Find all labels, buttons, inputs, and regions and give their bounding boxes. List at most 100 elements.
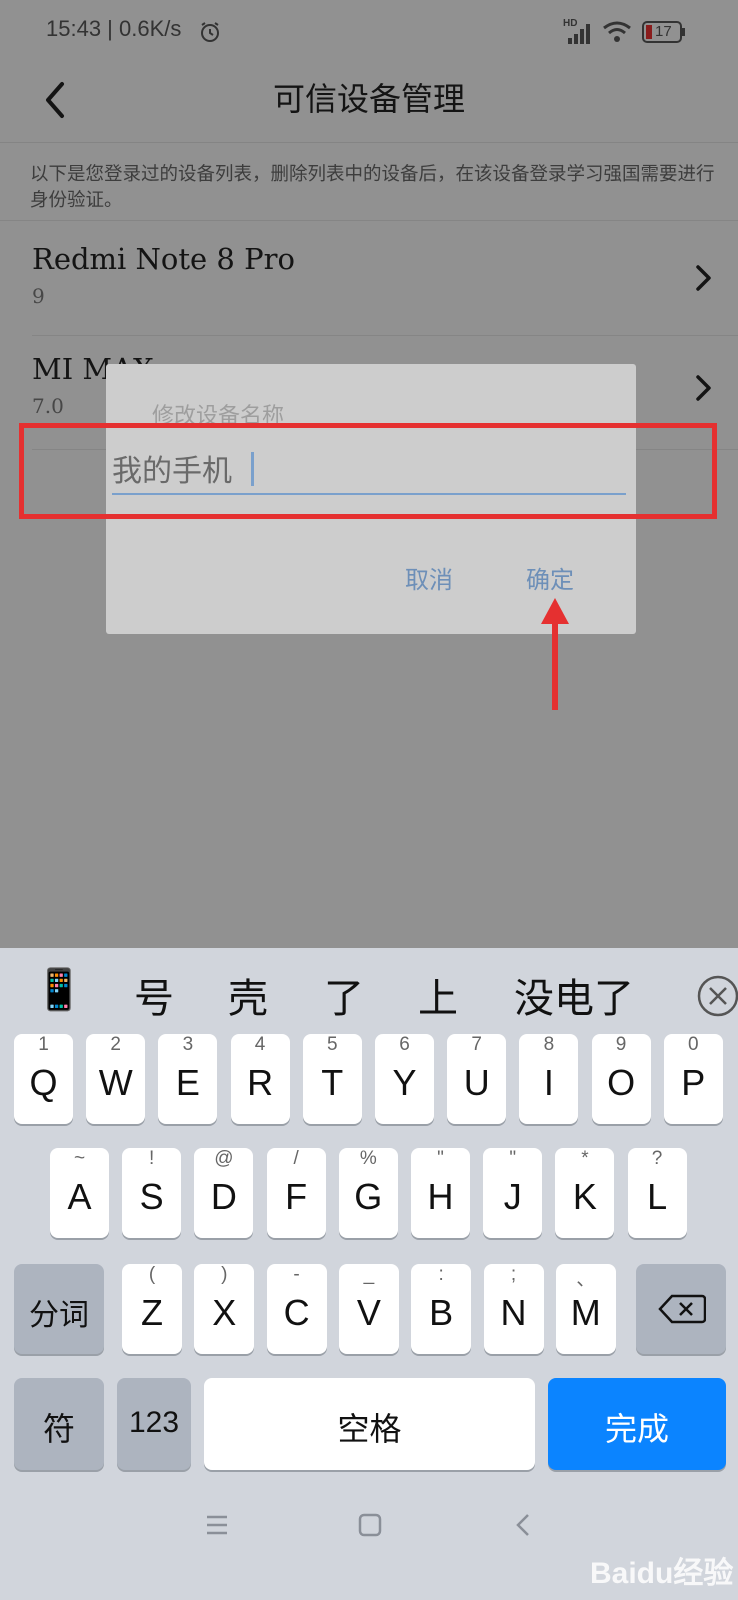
key-p[interactable]: 0P <box>663 1034 723 1124</box>
key-label: M <box>570 1292 601 1333</box>
symbol-key[interactable]: 符 <box>14 1378 104 1470</box>
space-key-label: 空格 <box>337 1410 402 1448</box>
key-secondary-label: 0 <box>688 1034 699 1055</box>
key-v[interactable]: _ V <box>338 1264 399 1354</box>
key-secondary-label: _ <box>363 1264 375 1285</box>
key-label: H <box>427 1176 454 1217</box>
key-e[interactable]: 3E <box>158 1034 218 1124</box>
key-label: X <box>212 1292 237 1333</box>
key-secondary-label: * <box>581 1148 589 1169</box>
key-label: V <box>356 1292 381 1333</box>
cancel-button[interactable]: 取消 <box>405 560 453 595</box>
key-label: I <box>543 1062 554 1103</box>
key-secondary-label: 1 <box>38 1034 49 1055</box>
key-m[interactable]: 、 M <box>555 1264 616 1354</box>
key-label: F <box>285 1176 308 1217</box>
key-label: D <box>210 1176 237 1217</box>
candidate-item[interactable]: 上 <box>418 966 458 1024</box>
key-i[interactable]: 8I <box>519 1034 579 1124</box>
key-n[interactable]: ; N <box>483 1264 544 1354</box>
key-g[interactable]: % G <box>338 1148 398 1238</box>
key-o[interactable]: 9O <box>591 1034 651 1124</box>
home-icon[interactable] <box>358 1513 382 1541</box>
key-t[interactable]: 5T <box>302 1034 362 1124</box>
key-secondary-label: " <box>509 1148 517 1169</box>
key-y[interactable]: 6Y <box>375 1034 434 1124</box>
key-secondary-label: ! <box>149 1148 155 1169</box>
confirm-button[interactable]: 确定 <box>526 560 574 595</box>
watermark: Baidu经验 <box>590 1557 734 1590</box>
key-label: E <box>175 1062 200 1103</box>
key-secondary-label: 9 <box>615 1034 627 1055</box>
segment-key-label: 分词 <box>29 1298 89 1333</box>
key-label: U <box>463 1062 490 1103</box>
key-u[interactable]: 7U <box>447 1034 507 1124</box>
key-x[interactable]: ) X <box>194 1264 255 1354</box>
key-label: R <box>247 1062 274 1103</box>
key-secondary-label: 4 <box>254 1034 266 1055</box>
key-label: P <box>681 1062 706 1103</box>
key-l[interactable]: ? L <box>627 1148 687 1238</box>
key-r[interactable]: 4R <box>230 1034 290 1124</box>
candidate-item[interactable]: 了 <box>324 966 364 1024</box>
key-label: W <box>98 1062 133 1103</box>
key-secondary-label: @ <box>214 1148 234 1169</box>
space-key[interactable]: 空格 <box>204 1378 535 1470</box>
nav-back-icon[interactable] <box>514 1512 532 1542</box>
key-label: B <box>429 1292 454 1333</box>
key-s[interactable]: ! S <box>122 1148 182 1238</box>
key-label: J <box>503 1176 522 1217</box>
key-label: N <box>500 1292 527 1333</box>
backspace-icon <box>658 1294 707 1329</box>
key-secondary-label: 2 <box>110 1034 121 1055</box>
close-candidates-icon[interactable] <box>696 974 738 1018</box>
highlight-box <box>19 423 717 519</box>
done-key[interactable]: 完成 <box>548 1378 726 1470</box>
candidate-item[interactable]: 号 <box>134 966 174 1024</box>
key-secondary-label: - <box>293 1264 300 1285</box>
key-a[interactable]: ~ A <box>50 1148 109 1238</box>
key-f[interactable]: / F <box>266 1148 326 1238</box>
key-secondary-label: 、 <box>576 1269 596 1290</box>
key-secondary-label: % <box>359 1148 377 1169</box>
key-label: T <box>321 1062 344 1103</box>
key-label: Q <box>29 1062 58 1103</box>
key-w[interactable]: 2W <box>86 1034 146 1124</box>
key-secondary-label: ~ <box>73 1148 86 1169</box>
candidate-item[interactable]: 没电了 <box>514 966 634 1024</box>
key-secondary-label: 5 <box>327 1034 338 1055</box>
candidate-item[interactable]: 📱 <box>34 966 84 1013</box>
key-label: Y <box>392 1062 417 1103</box>
key-secondary-label: 7 <box>471 1034 482 1055</box>
key-d[interactable]: @ D <box>194 1148 254 1238</box>
key-secondary-label: 6 <box>399 1034 410 1055</box>
key-secondary-label: ( <box>148 1264 156 1285</box>
key-j[interactable]: " J <box>483 1148 543 1238</box>
menu-icon[interactable] <box>205 1514 229 1540</box>
key-secondary-label: " <box>437 1148 444 1169</box>
key-label: K <box>572 1176 597 1217</box>
key-label: C <box>283 1292 310 1333</box>
key-label: O <box>607 1062 636 1103</box>
key-secondary-label: ; <box>510 1264 517 1285</box>
key-secondary-label: 8 <box>543 1034 555 1055</box>
key-q[interactable]: 1Q <box>14 1034 73 1124</box>
key-label: S <box>139 1176 164 1217</box>
key-secondary-label: 3 <box>182 1034 194 1055</box>
key-h[interactable]: " H <box>411 1148 470 1238</box>
key-k[interactable]: * K <box>555 1148 615 1238</box>
backspace-key[interactable] <box>636 1264 726 1354</box>
key-label: G <box>354 1176 383 1217</box>
key-b[interactable]: :B <box>411 1264 472 1354</box>
candidate-item[interactable]: 壳 <box>228 966 268 1024</box>
segment-key[interactable]: 分词 <box>14 1264 104 1354</box>
key-label: A <box>67 1176 92 1217</box>
symbol-key-label: 符 <box>42 1410 75 1448</box>
key-label: Z <box>141 1292 163 1333</box>
done-key-label: 完成 <box>604 1410 669 1448</box>
number-key[interactable]: 123 <box>117 1378 191 1470</box>
key-c[interactable]: -C <box>266 1264 327 1354</box>
key-z[interactable]: (Z <box>122 1264 182 1354</box>
pointer-arrow-icon <box>538 594 572 718</box>
key-secondary-label: / <box>293 1148 299 1169</box>
